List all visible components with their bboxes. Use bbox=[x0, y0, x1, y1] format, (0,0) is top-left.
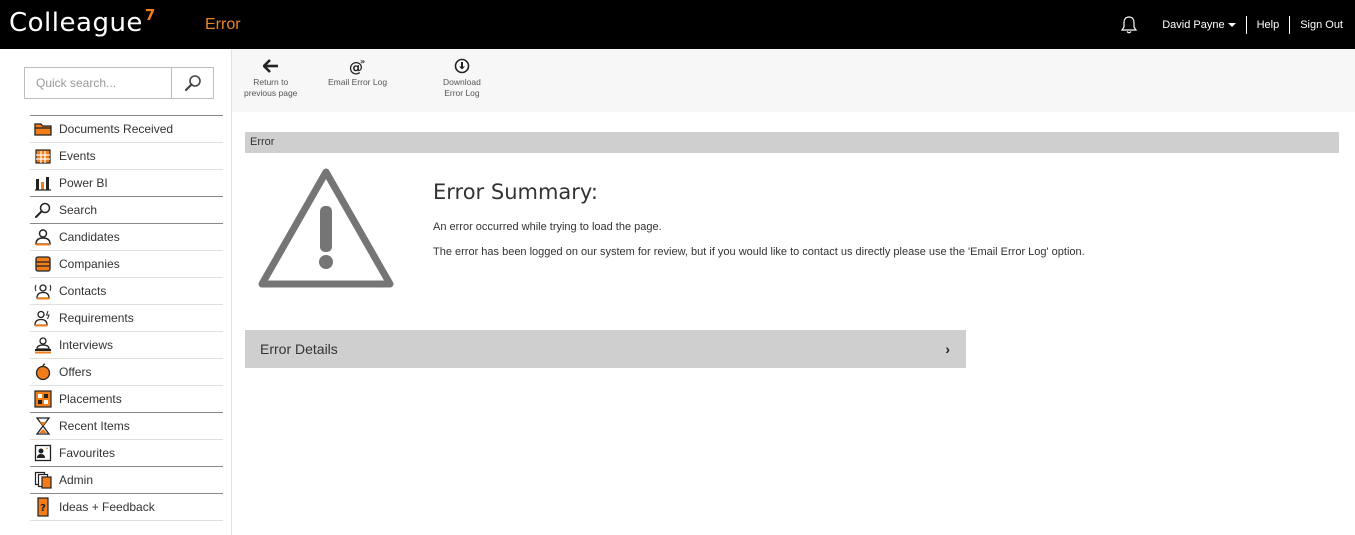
person-icon bbox=[32, 227, 54, 247]
arrow-left-icon bbox=[262, 57, 279, 75]
building-icon bbox=[32, 254, 54, 274]
sidebar-item-recent-items[interactable]: Recent Items bbox=[30, 413, 223, 440]
sidebar-item-companies[interactable]: Companies bbox=[30, 251, 223, 278]
search-button[interactable] bbox=[171, 68, 213, 98]
sidebar-item-label: Candidates bbox=[59, 230, 120, 244]
interview-icon bbox=[32, 335, 54, 355]
error-details-label: Error Details bbox=[260, 341, 338, 357]
chevron-right-icon: › bbox=[945, 341, 950, 357]
sidebar-item-label: Power BI bbox=[59, 176, 108, 190]
download-error-log-button[interactable]: Download Error Log bbox=[443, 57, 481, 99]
sidebar-item-label: Offers bbox=[59, 365, 92, 379]
sidebar-item-documents-received[interactable]: Documents Received bbox=[30, 116, 223, 143]
sidebar-item-candidates[interactable]: Candidates bbox=[30, 224, 223, 251]
toolbar: Return to previous page @» Email Error L… bbox=[232, 49, 1355, 112]
logo-version: 7 bbox=[144, 6, 156, 24]
svg-text:?: ? bbox=[40, 503, 46, 514]
email-icon: @» bbox=[348, 57, 368, 75]
offer-icon bbox=[32, 362, 54, 382]
error-message: An error occurred while trying to load t… bbox=[433, 221, 662, 233]
sign-out-link[interactable]: Sign Out bbox=[1300, 19, 1343, 31]
svg-text:»: » bbox=[360, 57, 365, 66]
sidebar-item-label: Events bbox=[59, 149, 96, 163]
download-label-1: Download bbox=[443, 77, 481, 87]
return-button[interactable]: Return to previous page bbox=[244, 57, 297, 99]
sidebar-item-interviews[interactable]: Interviews bbox=[30, 332, 223, 359]
ideas-icon: ? bbox=[32, 497, 54, 517]
sidebar-item-offers[interactable]: Offers bbox=[30, 359, 223, 386]
sidebar-item-label: Recent Items bbox=[59, 419, 130, 433]
quick-search bbox=[24, 67, 214, 99]
sidebar-item-label: Search bbox=[59, 203, 98, 217]
download-icon bbox=[454, 57, 470, 75]
contact-icon bbox=[32, 281, 54, 301]
hourglass-icon bbox=[32, 416, 54, 436]
sidebar-item-label: Documents Received bbox=[59, 122, 174, 136]
sidebar-item-label: Interviews bbox=[59, 338, 114, 352]
sidebar-item-label: Contacts bbox=[59, 284, 107, 298]
placement-icon bbox=[32, 389, 54, 409]
error-logged-message: The error has been logged on our system … bbox=[433, 246, 1085, 258]
help-link[interactable]: Help bbox=[1257, 19, 1280, 31]
warning-icon bbox=[258, 168, 394, 288]
email-label: Email Error Log bbox=[328, 77, 388, 87]
sidebar: Documents Received Events Power BI Searc… bbox=[0, 49, 232, 535]
chevron-down-icon bbox=[1227, 22, 1236, 27]
return-label-1: Return to bbox=[253, 77, 289, 87]
top-right-menu: David Payne Help Sign Out bbox=[1120, 0, 1343, 49]
app-logo[interactable]: Colleague 7 bbox=[9, 6, 156, 38]
divider bbox=[1245, 15, 1247, 34]
user-menu[interactable]: David Payne bbox=[1162, 18, 1236, 31]
requirement-icon bbox=[32, 308, 54, 328]
page-label: Error bbox=[205, 16, 241, 33]
sidebar-item-search[interactable]: Search bbox=[30, 197, 223, 224]
search-icon bbox=[184, 75, 201, 92]
error-summary-title: Error Summary: bbox=[433, 180, 598, 204]
sidebar-item-requirements[interactable]: Requirements bbox=[30, 305, 223, 332]
sidebar-item-admin[interactable]: Admin bbox=[30, 467, 223, 494]
sidebar-item-label: Requirements bbox=[59, 311, 134, 325]
sidebar-item-power-bi[interactable]: Power BI bbox=[30, 170, 223, 197]
sidebar-item-contacts[interactable]: Contacts bbox=[30, 278, 223, 305]
return-label-2: previous page bbox=[244, 88, 298, 98]
sidebar-item-label: Favourites bbox=[59, 446, 116, 460]
sidebar-item-events[interactable]: Events bbox=[30, 143, 223, 170]
download-label-2: Error Log bbox=[444, 88, 480, 98]
folder-icon bbox=[32, 119, 54, 139]
sidebar-item-label: Admin bbox=[59, 473, 94, 487]
divider bbox=[1289, 15, 1291, 34]
calendar-icon bbox=[32, 146, 54, 166]
quick-search-input[interactable] bbox=[25, 68, 171, 98]
sidebar-item-label: Placements bbox=[59, 392, 122, 406]
admin-icon bbox=[32, 470, 54, 490]
sidebar-item-label: Companies bbox=[59, 257, 120, 271]
sidebar-nav: Documents Received Events Power BI Searc… bbox=[30, 115, 223, 521]
email-error-log-button[interactable]: @» Email Error Log bbox=[328, 57, 387, 88]
notification-bell-icon[interactable] bbox=[1120, 15, 1138, 35]
logo-text: Colleague bbox=[9, 8, 143, 38]
section-header: Error bbox=[245, 132, 1339, 153]
search-icon bbox=[32, 200, 54, 220]
sidebar-item-ideas-feedback[interactable]: ? Ideas + Feedback bbox=[30, 494, 223, 521]
error-details-accordion[interactable]: Error Details › bbox=[245, 330, 966, 368]
top-bar: Colleague 7 Error David Payne Help Sign O… bbox=[0, 0, 1355, 49]
sidebar-item-label: Ideas + Feedback bbox=[59, 500, 155, 514]
bar-chart-icon bbox=[32, 173, 54, 193]
favourites-icon bbox=[32, 443, 54, 463]
sidebar-item-placements[interactable]: Placements bbox=[30, 386, 223, 413]
user-name: David Payne bbox=[1162, 18, 1225, 31]
sidebar-item-favourites[interactable]: Favourites bbox=[30, 440, 223, 467]
